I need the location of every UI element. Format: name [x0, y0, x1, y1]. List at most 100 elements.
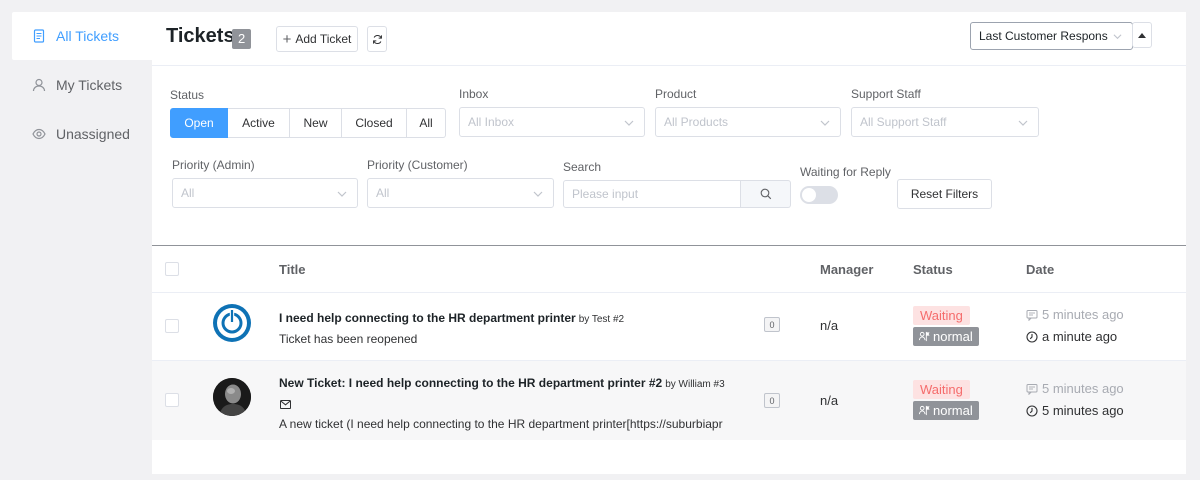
inbox-select[interactable]: All Inbox — [459, 107, 645, 137]
column-header-date[interactable]: Date — [1026, 262, 1054, 277]
reply-count: 0 — [764, 317, 780, 332]
sidebar: All Tickets My Tickets Unassigned — [0, 0, 152, 480]
status-badge: Waiting — [913, 380, 970, 399]
chevron-down-icon — [624, 120, 634, 126]
ticket-count-badge: 2 — [232, 29, 252, 49]
chevron-down-icon — [337, 191, 347, 197]
priority-customer-select-placeholder: All — [376, 186, 390, 200]
waiting-for-reply-toggle[interactable] — [800, 186, 838, 204]
select-all-checkbox[interactable] — [165, 262, 179, 276]
column-header-title[interactable]: Title — [279, 262, 306, 277]
priority-badge: normal — [913, 401, 979, 420]
sidebar-item-all-tickets[interactable]: All Tickets — [12, 12, 152, 60]
date-created: 5 minutes ago — [1026, 381, 1124, 396]
sidebar-item-unassigned[interactable]: Unassigned — [12, 110, 152, 158]
sort-select-value: Last Customer Respons — [979, 29, 1108, 43]
comment-icon — [1026, 383, 1038, 395]
chevron-down-icon — [820, 120, 830, 126]
ticket-manager: n/a — [820, 393, 839, 408]
comment-icon — [1026, 309, 1038, 321]
search-input[interactable] — [563, 180, 741, 208]
inbox-select-placeholder: All Inbox — [468, 115, 515, 129]
toolbar: Tickets 2 + Add Ticket Last Customer Res… — [152, 12, 1186, 66]
priority-customer-select[interactable]: All — [367, 178, 554, 208]
plus-icon: + — [282, 30, 292, 48]
sort-select[interactable]: Last Customer Respons — [970, 22, 1133, 50]
clock-icon — [1026, 330, 1038, 343]
toggle-knob — [802, 188, 816, 202]
priority-label: normal — [933, 329, 973, 344]
main-panel: Tickets 2 + Add Ticket Last Customer Res… — [152, 12, 1186, 474]
sort-direction-button[interactable] — [1132, 22, 1152, 48]
refresh-icon — [372, 34, 382, 44]
search-icon — [760, 188, 771, 200]
avatar — [213, 304, 251, 342]
priority-admin-select[interactable]: All — [172, 178, 358, 208]
waiting-for-reply-label: Waiting for Reply — [800, 165, 891, 179]
status-option-all[interactable]: All — [407, 108, 446, 138]
user-flag-icon — [919, 405, 930, 416]
inbox-filter-label: Inbox — [459, 87, 489, 101]
reply-count: 0 — [764, 393, 780, 408]
refresh-button[interactable] — [367, 26, 387, 52]
priority-label: normal — [933, 403, 973, 418]
email-icon — [280, 400, 291, 409]
sidebar-item-label: Unassigned — [56, 126, 130, 142]
status-option-active[interactable]: Active — [228, 108, 290, 138]
priority-customer-filter-label: Priority (Customer) — [367, 158, 468, 172]
ticket-title: New Ticket: I need help connecting to th… — [279, 376, 663, 390]
status-option-open[interactable]: Open — [170, 108, 228, 138]
product-select[interactable]: All Products — [655, 107, 841, 137]
product-filter-label: Product — [655, 87, 697, 101]
ticket-manager: n/a — [820, 318, 839, 333]
sidebar-item-label: All Tickets — [56, 28, 120, 44]
priority-admin-select-placeholder: All — [181, 186, 195, 200]
ticket-title-link[interactable]: I need help connecting to the HR departm… — [279, 311, 624, 325]
ticket-subtitle: A new ticket (I need help connecting to … — [279, 417, 723, 431]
column-header-manager[interactable]: Manager — [820, 262, 873, 277]
status-badge: Waiting — [913, 306, 970, 325]
status-option-new[interactable]: New — [290, 108, 342, 138]
add-ticket-label: Add Ticket — [295, 32, 352, 46]
avatar — [213, 378, 251, 416]
ticket-title: I need help connecting to the HR departm… — [279, 311, 576, 325]
chevron-down-icon — [1018, 120, 1028, 126]
user-flag-icon — [919, 331, 930, 342]
document-icon — [32, 29, 46, 43]
status-option-closed[interactable]: Closed — [342, 108, 407, 138]
support-staff-select[interactable]: All Support Staff — [851, 107, 1039, 137]
caret-up-icon — [1138, 32, 1146, 38]
ticket-title-link[interactable]: New Ticket: I need help connecting to th… — [279, 376, 725, 390]
page-title: Tickets — [166, 25, 235, 47]
priority-badge: normal — [913, 327, 979, 346]
chevron-down-icon — [1113, 34, 1122, 40]
reset-filters-button[interactable]: Reset Filters — [897, 179, 992, 209]
add-ticket-button[interactable]: + Add Ticket — [276, 26, 358, 52]
priority-admin-filter-label: Priority (Admin) — [172, 158, 255, 172]
sidebar-item-my-tickets[interactable]: My Tickets — [12, 61, 152, 109]
chevron-down-icon — [533, 191, 543, 197]
user-icon — [32, 78, 46, 92]
sidebar-item-label: My Tickets — [56, 77, 123, 93]
table-row[interactable]: New Ticket: I need help connecting to th… — [152, 360, 1186, 440]
ticket-author: by Test #2 — [578, 314, 625, 325]
row-checkbox[interactable] — [165, 393, 179, 407]
search-group — [563, 180, 791, 208]
status-filter-group: Open Active New Closed All — [170, 108, 446, 138]
clock-icon — [1026, 404, 1038, 417]
product-select-placeholder: All Products — [664, 115, 729, 129]
date-updated: 5 minutes ago — [1026, 403, 1124, 418]
search-filter-label: Search — [563, 160, 602, 174]
ticket-author: by William #3 — [665, 379, 725, 390]
search-button[interactable] — [741, 180, 791, 208]
support-staff-select-placeholder: All Support Staff — [860, 115, 947, 129]
table-divider — [152, 245, 1186, 246]
table-row[interactable]: I need help connecting to the HR departm… — [152, 292, 1186, 360]
support-staff-filter-label: Support Staff — [851, 87, 921, 101]
row-checkbox[interactable] — [165, 319, 179, 333]
ticket-subtitle: Ticket has been reopened — [279, 332, 418, 346]
column-header-status[interactable]: Status — [913, 262, 953, 277]
date-created: 5 minutes ago — [1026, 307, 1124, 322]
date-updated: a minute ago — [1026, 329, 1117, 344]
status-filter-label: Status — [170, 88, 205, 102]
